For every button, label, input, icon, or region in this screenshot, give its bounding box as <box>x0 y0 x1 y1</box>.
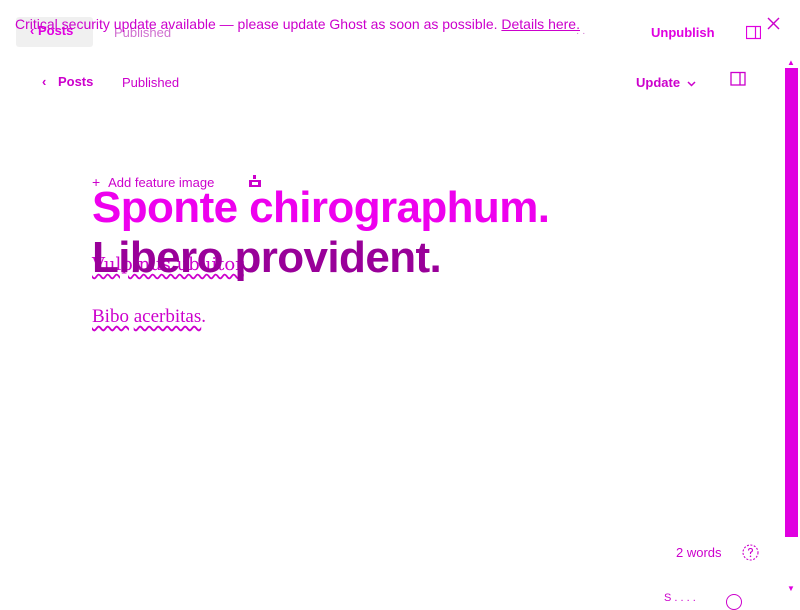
sidebar-toggle-icon[interactable] <box>730 71 746 87</box>
bottom-circle-icon[interactable] <box>726 594 742 610</box>
close-icon[interactable] <box>766 16 781 31</box>
scrollbar-thumb[interactable] <box>785 68 798 537</box>
update-button[interactable]: Update <box>636 75 696 90</box>
scroll-down-arrow[interactable]: ▼ <box>787 584 795 593</box>
post-status: Published <box>122 75 180 90</box>
security-banner: Critical security update available — ple… <box>15 16 580 32</box>
unpublish-button[interactable]: Unpublish <box>651 25 715 40</box>
banner-message: Critical security update available — ple… <box>15 16 498 32</box>
chevron-left-icon: ‹ <box>42 74 47 89</box>
banner-details-link[interactable]: Details here. <box>501 16 580 32</box>
word-count: 2 words <box>676 545 722 560</box>
help-icon[interactable] <box>742 544 759 561</box>
panel-icon[interactable] <box>746 25 761 40</box>
chevron-down-icon <box>687 81 696 87</box>
back-to-posts-label: Posts <box>57 74 94 89</box>
post-body[interactable]: Bibo acerbitas. <box>92 306 206 328</box>
post-title[interactable]: Sponte chirographum. Libero provident. <box>92 183 712 283</box>
update-button-label: Update <box>636 75 681 90</box>
back-to-posts-button[interactable]: ‹ Posts <box>42 74 93 89</box>
post-title-line-1: Sponte chirographum. <box>92 183 550 232</box>
bottom-partial-text: S . . . . <box>664 592 696 604</box>
scroll-up-arrow[interactable]: ▲ <box>787 58 795 67</box>
body-word: acerbitas <box>133 306 202 327</box>
body-word: Bibo <box>92 306 129 327</box>
post-title-line-2: Libero provident. <box>92 233 442 282</box>
body-punctuation: . <box>201 306 206 327</box>
